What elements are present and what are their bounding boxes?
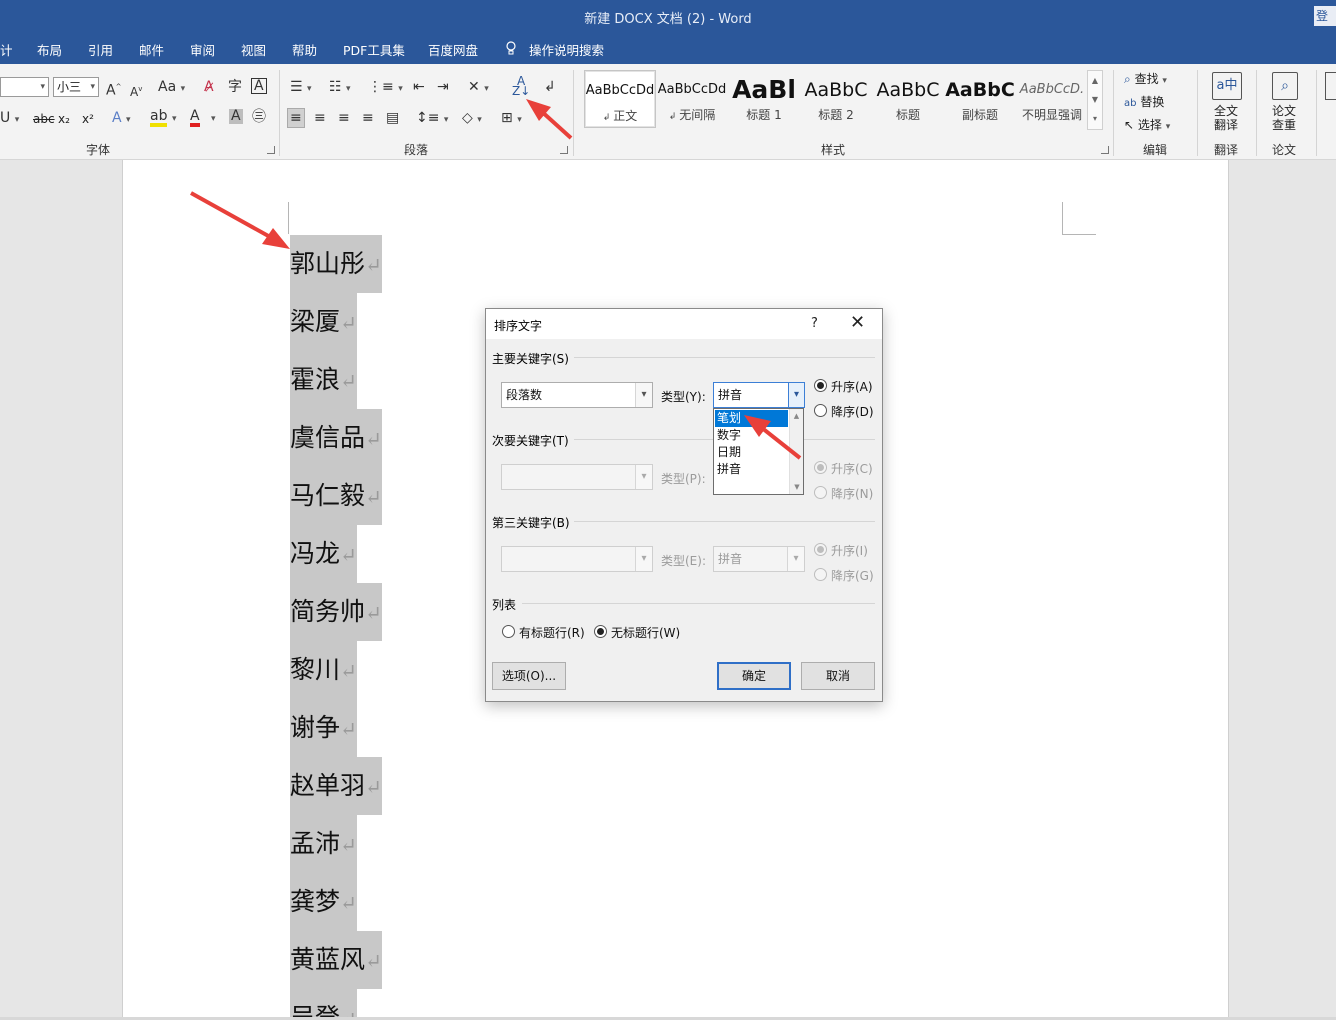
annotation-arrow — [190, 191, 290, 249]
annotation-arrow — [526, 99, 573, 140]
annotation-arrows — [190, 99, 802, 460]
annotation-arrow — [744, 415, 802, 460]
